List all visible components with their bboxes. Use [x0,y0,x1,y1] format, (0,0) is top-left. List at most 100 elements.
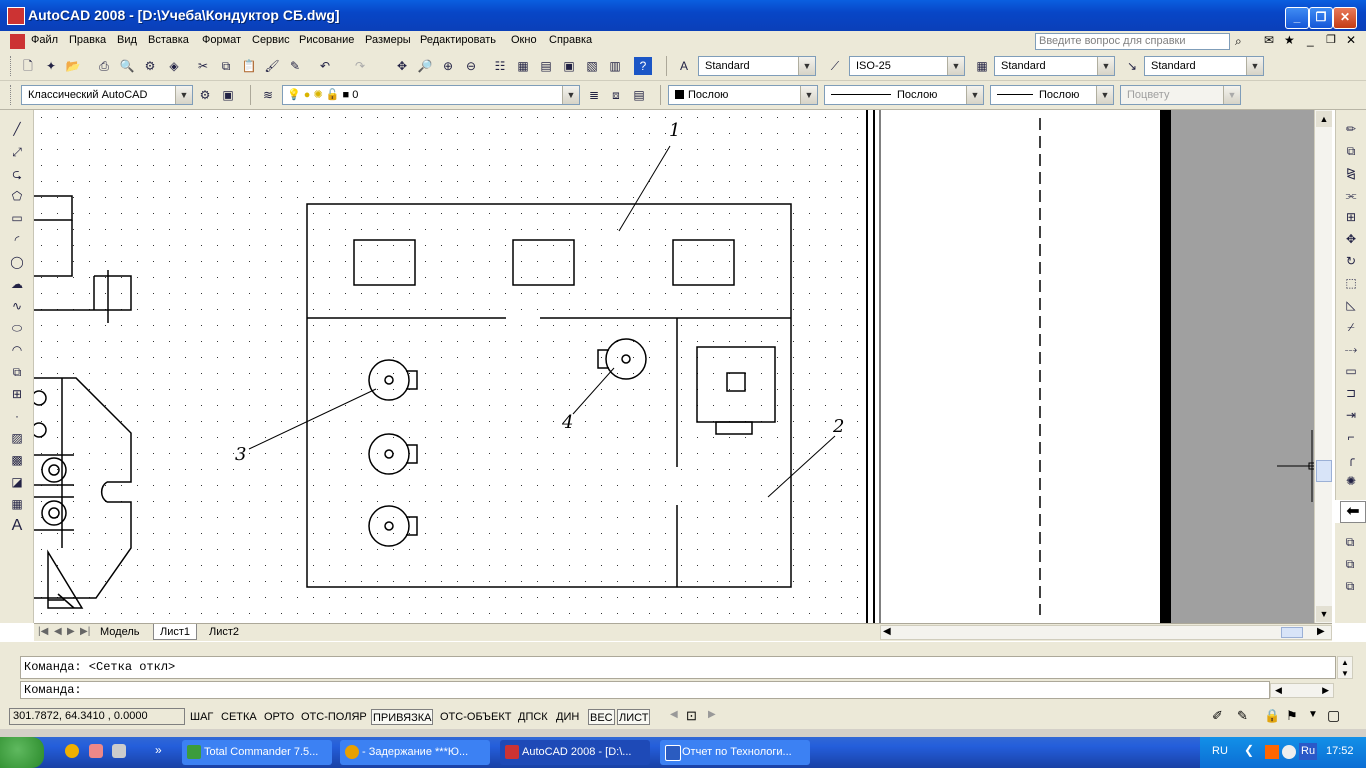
back-arrow-icon[interactable]: ⬅ [1340,501,1366,523]
help-search-input[interactable]: Введите вопрос для справки [1035,33,1230,50]
speaker-tray-icon[interactable] [1282,745,1296,759]
tab-prev-button[interactable]: ◀ [54,626,62,637]
osnap-toggle[interactable]: ПРИВЯЗКА [371,709,434,725]
workspace-settings-icon[interactable]: ⚙ [196,86,214,104]
title-bar[interactable]: AutoCAD 2008 - [D:\Учеба\Кондуктор СБ.dw… [0,0,1366,31]
quicklaunch-more-icon[interactable]: » [155,743,162,757]
table-style-select[interactable]: Standard ▼ [994,56,1115,76]
toolbar-lock-icon[interactable]: 🔒 [1264,708,1280,724]
construction-line-icon[interactable]: ⤢ [8,143,26,161]
menu-dimension[interactable]: Размеры [365,34,411,46]
layer-previous-icon[interactable]: ⧈ [607,86,625,104]
command-input[interactable]: Команда: [20,681,1270,699]
preview-icon[interactable]: 🔍 [118,57,136,75]
task-media-player[interactable]: - Задержание ***Ю... [340,740,490,765]
copy-icon[interactable]: ⧉ [217,57,235,75]
tool-palettes-icon[interactable]: ▤ [537,57,555,75]
move-icon[interactable]: ✥ [1342,230,1360,248]
stretch-icon[interactable]: ◺ [1342,296,1360,314]
mleader-style-icon[interactable]: ↘ [1123,57,1141,75]
circle-icon[interactable]: ◯ [8,253,26,271]
dyn-toggle[interactable]: ДИН [555,709,580,725]
coordinates-display[interactable]: 301.7872, 64.3410 , 0.0000 [9,708,185,725]
input-language-indicator[interactable]: Ru [1299,743,1318,760]
doc-restore-button[interactable]: ❐ [1326,33,1336,46]
ellipse-icon[interactable]: ⬭ [8,319,26,337]
layer-manager-icon[interactable]: ≋ [259,86,277,104]
offset-icon[interactable]: ⫘ [1342,186,1360,204]
close-button[interactable]: ✕ [1333,7,1357,29]
table-style-icon[interactable]: ▦ [973,57,991,75]
polyline-icon[interactable]: ⮎ [8,165,26,183]
drawing-canvas[interactable]: 1 2 3 4 [34,110,1314,623]
favorites-icon[interactable]: ★ [1284,33,1295,47]
vertical-scrollbar[interactable]: ▲ ▼ [1314,110,1332,623]
task-total-commander[interactable]: Total Commander 7.5... [182,740,332,765]
extend-icon[interactable]: ⤏ [1342,340,1360,358]
point-icon[interactable]: · [8,407,26,425]
text-style-icon[interactable]: A [675,57,693,75]
linetype-select[interactable]: Послою ▼ [824,85,984,105]
quicklaunch-icon-1[interactable] [65,744,79,758]
maximize-viewport-icon[interactable]: ⊡ [686,708,697,724]
matchprop-icon[interactable]: 🖌 [263,57,281,75]
table-icon[interactable]: ▦ [8,495,26,513]
task-word-report[interactable]: Отчет по Технологи... [660,740,810,765]
workspace-select[interactable]: Классический AutoCAD ▼ [21,85,193,105]
menu-draw[interactable]: Рисование [299,34,354,46]
lwt-toggle[interactable]: ВЕС [588,709,615,725]
snap-toggle[interactable]: ШАГ [189,709,214,725]
doc-close-button[interactable]: ✕ [1346,33,1356,47]
plotstyle-select[interactable]: Поцвету ▼ [1120,85,1241,105]
rotate-icon[interactable]: ↻ [1342,252,1360,270]
lineweight-select[interactable]: Послою ▼ [990,85,1114,105]
menu-insert[interactable]: Вставка [148,34,189,46]
quicklaunch-icon-2[interactable] [89,744,103,758]
task-autocad[interactable]: AutoCAD 2008 - [D:\... [500,740,650,765]
open-icon[interactable]: 📂 [64,57,82,75]
draw-order-back-icon[interactable]: ⧉ [1341,555,1359,573]
minimize-button[interactable]: _ [1285,7,1309,29]
color-select[interactable]: Послою ▼ [668,85,818,105]
draw-order-front-icon[interactable]: ⧉ [1341,533,1359,551]
design-center-icon[interactable]: ▦ [514,57,532,75]
3d-dwf-icon[interactable]: ◈ [165,57,183,75]
properties-icon[interactable]: ☷ [491,57,509,75]
break-at-point-icon[interactable]: ▭ [1342,362,1360,380]
scroll-right-button[interactable]: ▶ [1317,626,1325,637]
zoom-realtime-icon[interactable]: 🔎 [416,57,434,75]
chamfer-icon[interactable]: ⌐ [1342,428,1360,446]
rectangle-icon[interactable]: ▭ [8,209,26,227]
clean-screen-icon[interactable]: ▢ [1327,707,1340,724]
grid-toggle[interactable]: СЕТКА [220,709,258,725]
vertical-scroll-thumb[interactable] [1316,460,1332,482]
media-tray-icon[interactable] [1265,745,1279,759]
explode-icon[interactable]: ✺ [1342,472,1360,490]
arc-icon[interactable]: ◜ [8,231,26,249]
region-icon[interactable]: ◪ [8,473,26,491]
ducs-toggle[interactable]: ДПСК [517,709,549,725]
save-workspace-icon[interactable]: ▣ [219,86,237,104]
line-icon[interactable]: ╱ [8,120,26,138]
trim-icon[interactable]: ⌿ [1342,318,1360,336]
revision-cloud-icon[interactable]: ☁ [8,275,26,293]
layer-select[interactable]: 💡 ● ✺ 🔓 ■ 0 ▼ [282,85,580,105]
search-icon[interactable]: ⌕ [1235,34,1242,49]
insert-block-icon[interactable]: ⧉ [8,363,26,381]
hatch-icon[interactable]: ▨ [8,429,26,447]
ellipse-arc-icon[interactable]: ◠ [8,341,26,359]
menu-format[interactable]: Формат [202,34,241,46]
dim-style-select[interactable]: ISO-25 ▼ [849,56,965,76]
document-icon[interactable] [10,34,25,49]
help-icon[interactable]: ? [634,57,652,75]
status-menu-arrow[interactable]: ▼ [1308,709,1318,720]
command-hscrollbar[interactable]: ◀ ▶ [1270,683,1334,698]
tab-model[interactable]: Модель [100,626,139,638]
menu-help[interactable]: Справка [549,34,592,46]
restore-button[interactable]: ❐ [1309,7,1333,29]
scroll-down-button[interactable]: ▼ [1316,606,1332,622]
make-current-layer-icon[interactable]: ≣ [585,86,603,104]
command-vscrollbar[interactable]: ▲ ▼ [1337,656,1353,679]
tab-next-button[interactable]: ▶ [67,626,75,637]
new-icon[interactable]: 🗋 [19,57,37,75]
